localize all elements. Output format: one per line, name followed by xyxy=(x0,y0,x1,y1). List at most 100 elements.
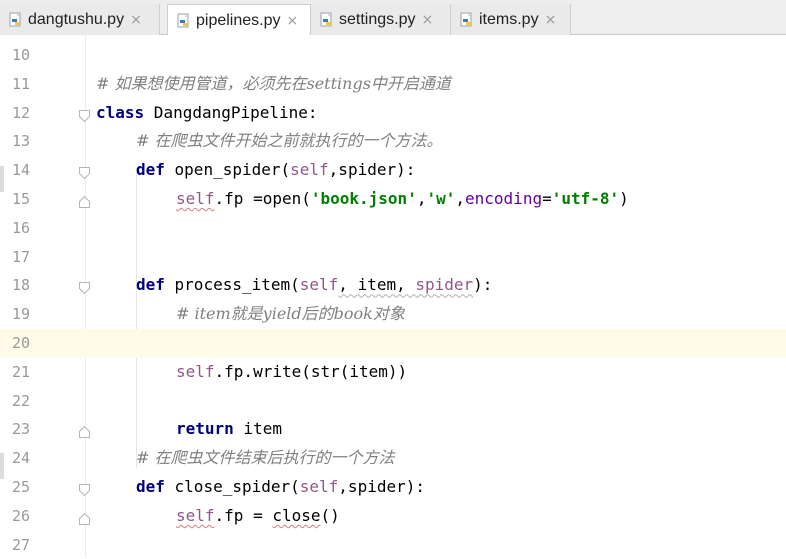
code-editor[interactable]: 10 11 # 如果想使用管道，必须先在settings中开启通道 12 cla… xyxy=(0,35,786,558)
code-line: 21 self.fp.write(str(item)) xyxy=(0,358,786,387)
code-line: 22 xyxy=(0,387,786,416)
code-line: 15 self.fp =open('book.json','w',encodin… xyxy=(0,185,786,214)
fold-icon[interactable] xyxy=(79,279,90,295)
code-segment: ) xyxy=(619,188,629,208)
fold-end-icon[interactable] xyxy=(79,510,90,525)
fold-icon[interactable] xyxy=(79,107,90,122)
line-number: 21 xyxy=(11,362,30,381)
python-file-icon xyxy=(176,13,192,29)
line-number: 24 xyxy=(11,449,30,468)
code-line: 17 xyxy=(0,243,786,272)
self-param: self xyxy=(299,476,339,496)
code-line: 26 self.fp = close() xyxy=(0,502,786,531)
line-number: 19 xyxy=(11,305,30,324)
params: ,spider): xyxy=(328,160,416,180)
line-number: 25 xyxy=(11,477,30,496)
close-icon[interactable]: × xyxy=(545,12,557,28)
self-ref: self xyxy=(176,361,215,381)
line-number: 13 xyxy=(11,132,30,151)
keyword: class xyxy=(96,102,145,122)
params: , item, xyxy=(338,275,416,295)
current-line-highlight: 20 xyxy=(0,328,786,358)
tab-pipelines[interactable]: pipelines.py × xyxy=(167,4,311,36)
keyword: return xyxy=(176,419,234,439)
params: ,spider): xyxy=(338,476,425,496)
fold-icon[interactable] xyxy=(79,481,90,497)
line-number: 23 xyxy=(11,420,30,439)
code-segment: = xyxy=(542,188,552,208)
class-name: DangdangPipeline: xyxy=(144,102,318,122)
python-file-icon xyxy=(319,12,335,28)
code-line: 23 return item xyxy=(0,415,786,444)
fold-icon[interactable] xyxy=(79,164,90,180)
fold-end-icon[interactable] xyxy=(79,193,90,208)
comment-text: # 在爬虫文件结束后执行的一个方法 xyxy=(136,448,395,468)
comment-text: # item就是yield后的book对象 xyxy=(176,304,405,324)
code-segment: () xyxy=(320,505,340,525)
code-segment: .fp.write(str(item)) xyxy=(214,361,408,381)
close-icon[interactable]: × xyxy=(130,12,142,28)
line-number: 27 xyxy=(11,535,30,554)
function-name: process_item( xyxy=(164,275,300,295)
code-text: def close_spider(self,spider): xyxy=(136,473,425,502)
self-param: self xyxy=(290,160,329,180)
code-text: return item xyxy=(176,415,282,444)
line-number: 11 xyxy=(11,74,30,93)
function-name: close_spider( xyxy=(164,476,300,496)
self-ref: self xyxy=(176,188,215,208)
close-icon[interactable]: × xyxy=(287,13,299,29)
tab-settings[interactable]: settings.py × xyxy=(311,4,451,35)
code-segment: ): xyxy=(473,275,493,295)
line-number: 15 xyxy=(11,189,30,208)
line-number: 17 xyxy=(11,247,30,266)
tab-label: items.py xyxy=(479,10,539,28)
python-file-icon xyxy=(459,12,475,28)
python-file-icon xyxy=(8,12,24,28)
code-segment: .fp = xyxy=(214,505,273,525)
tab-label: dangtushu.py xyxy=(28,10,125,28)
close-icon[interactable]: × xyxy=(421,12,433,28)
keyword: def xyxy=(136,476,165,496)
code-line: 25 def close_spider(self,spider): xyxy=(0,473,786,502)
keyword: def xyxy=(136,160,165,180)
code-line: 19 # item就是yield后的book对象 xyxy=(0,300,786,329)
code-text: def open_spider(self,spider): xyxy=(136,156,415,185)
unused-param: spider xyxy=(415,275,474,295)
line-number: 26 xyxy=(11,506,30,525)
self-ref: self xyxy=(176,505,215,525)
code-lines: 10 11 # 如果想使用管道，必须先在settings中开启通道 12 cla… xyxy=(0,41,786,559)
function-name: open_spider( xyxy=(164,160,291,180)
code-line: 14 def open_spider(self,spider): xyxy=(0,156,786,185)
tab-items[interactable]: items.py × xyxy=(451,4,571,35)
code-line: 12 class DangdangPipeline: xyxy=(0,99,786,128)
code-line: 18 def process_item(self, item, spider): xyxy=(0,271,786,300)
line-number: 12 xyxy=(11,103,30,122)
unresolved-reference: close xyxy=(272,505,321,525)
keyword: def xyxy=(136,275,165,295)
string-literal: 'book.json' xyxy=(310,188,417,208)
fold-end-icon[interactable] xyxy=(79,423,90,439)
code-text: self.fp =open('book.json','w',encoding='… xyxy=(176,185,629,214)
code-line: 10 xyxy=(0,41,786,70)
line-number: 20 xyxy=(11,333,30,352)
code-line: 27 xyxy=(0,531,786,559)
code-text: self.fp = close() xyxy=(176,502,340,531)
tab-label: settings.py xyxy=(339,10,416,28)
line-number: 18 xyxy=(11,276,30,295)
code-line: 11 # 如果想使用管道，必须先在settings中开启通道 xyxy=(0,70,786,99)
code-segment: , xyxy=(455,188,466,208)
code-text: class DangdangPipeline: xyxy=(96,99,318,128)
code-line: 13 # 在爬虫文件开始之前就执行的一个方法。 xyxy=(0,127,786,156)
ide-window: dangtushu.py × pipelines.py × settings.p… xyxy=(0,0,786,558)
editor-tab-bar: dangtushu.py × pipelines.py × settings.p… xyxy=(0,0,786,36)
line-number: 16 xyxy=(11,218,30,237)
code-text: def process_item(self, item, spider): xyxy=(136,271,492,300)
keyword-argument: encoding xyxy=(465,188,543,208)
code-segment: item xyxy=(233,419,282,439)
string-literal: 'utf-8' xyxy=(551,188,620,208)
comment-text: # 在爬虫文件开始之前就执行的一个方法。 xyxy=(136,131,443,151)
tab-dangtushu[interactable]: dangtushu.py × xyxy=(0,4,160,35)
self-param: self xyxy=(299,275,339,295)
line-number: 22 xyxy=(11,391,30,410)
line-number: 10 xyxy=(11,46,30,64)
